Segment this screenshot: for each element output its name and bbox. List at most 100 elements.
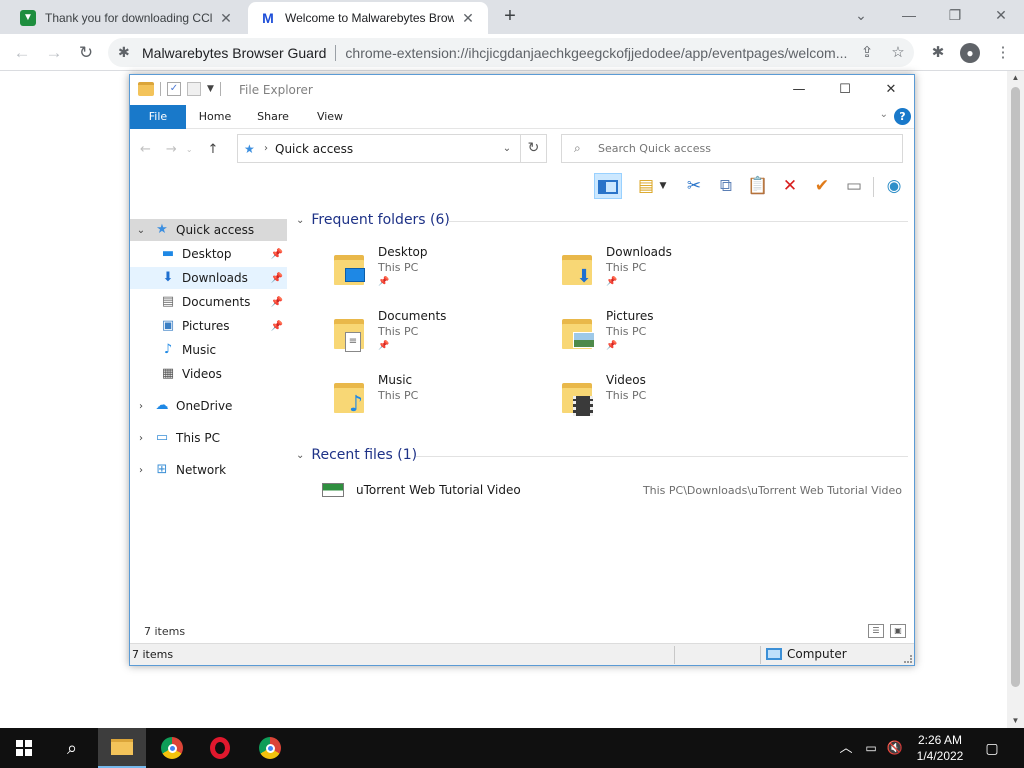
navigation-pane-icon[interactable] bbox=[594, 173, 622, 199]
minimize-button[interactable]: — bbox=[776, 75, 822, 105]
paste-icon[interactable]: 📋 bbox=[744, 173, 772, 199]
expand-chevron-icon[interactable]: › bbox=[136, 465, 146, 476]
minimize-button[interactable]: — bbox=[886, 0, 932, 30]
bookmark-star-icon[interactable]: ☆ bbox=[885, 40, 911, 66]
customize-dropdown-icon[interactable]: ▼ bbox=[207, 84, 214, 94]
nav-network[interactable]: › ⊞ Network bbox=[130, 459, 287, 481]
cut-icon[interactable]: ✂ bbox=[680, 173, 708, 199]
folder-icon bbox=[560, 317, 596, 351]
checkmark-icon[interactable]: ✔ bbox=[808, 173, 836, 199]
maximize-button[interactable]: ☐ bbox=[822, 75, 868, 105]
folder-tile-music[interactable]: ♪ Music This PC bbox=[332, 373, 552, 429]
globe-icon[interactable]: ◉ bbox=[880, 173, 908, 199]
scroll-up-arrow-icon[interactable]: ▲ bbox=[1007, 71, 1024, 85]
up-arrow-icon[interactable]: ↑ bbox=[208, 142, 219, 158]
explorer-titlebar: ✓ ▼ File Explorer — ☐ ✕ bbox=[130, 75, 914, 105]
dropdown-icon[interactable]: ▼ bbox=[656, 173, 670, 199]
address-bar[interactable]: ✱ Malwarebytes Browser Guard chrome-exte… bbox=[108, 38, 914, 67]
tab-home[interactable]: Home bbox=[188, 105, 242, 129]
browser-tab-malwarebytes[interactable]: M Welcome to Malwarebytes Brows ✕ bbox=[248, 2, 488, 34]
folder-name: Downloads bbox=[606, 245, 672, 259]
close-icon[interactable]: ✕ bbox=[218, 10, 234, 27]
breadcrumb-chevron-icon[interactable]: › bbox=[264, 143, 268, 154]
recent-locations-icon[interactable]: ⌄ bbox=[186, 142, 193, 158]
scroll-down-arrow-icon[interactable]: ▼ bbox=[1007, 714, 1024, 728]
collapse-chevron-icon[interactable]: ⌄ bbox=[296, 450, 304, 461]
tab-file[interactable]: File bbox=[130, 105, 186, 129]
folder-tile-downloads[interactable]: ⬇ Downloads This PC 📌 bbox=[560, 245, 780, 301]
scrollbar-thumb[interactable] bbox=[1011, 87, 1020, 687]
desktop-icon bbox=[345, 268, 365, 282]
profile-avatar-icon[interactable]: ● bbox=[960, 43, 980, 63]
forward-button[interactable]: → bbox=[41, 40, 67, 66]
tab-view[interactable]: View bbox=[304, 105, 356, 129]
list-item[interactable]: uTorrent Web Tutorial Video This PC\Down… bbox=[322, 479, 902, 501]
expand-ribbon-icon[interactable]: ⌄ bbox=[880, 109, 888, 120]
notifications-icon[interactable]: ▢ bbox=[980, 728, 1004, 768]
reload-button[interactable]: ↻ bbox=[73, 40, 99, 66]
copy-icon[interactable]: ⧉ bbox=[712, 173, 740, 199]
collapse-chevron-icon[interactable]: ⌄ bbox=[296, 215, 304, 226]
taskbar-file-explorer[interactable] bbox=[98, 728, 146, 768]
network-icon[interactable]: ▭ bbox=[860, 728, 882, 768]
collapse-chevron-icon[interactable]: ⌄ bbox=[136, 225, 146, 236]
expand-chevron-icon[interactable]: › bbox=[136, 433, 146, 444]
nav-desktop[interactable]: ▬ Desktop 📌 bbox=[130, 243, 287, 265]
search-input[interactable] bbox=[598, 142, 878, 155]
large-icons-view-icon[interactable]: ▣ bbox=[890, 624, 906, 638]
folder-tile-documents[interactable]: ≡ Documents This PC 📌 bbox=[332, 309, 552, 365]
folder-tile-desktop[interactable]: Desktop This PC 📌 bbox=[332, 245, 552, 301]
start-button[interactable] bbox=[0, 728, 48, 768]
divider bbox=[160, 82, 161, 96]
help-icon[interactable]: ? bbox=[894, 108, 911, 125]
tab-search-icon[interactable]: ⌄ bbox=[838, 0, 884, 30]
address-input[interactable]: ★ › Quick access ⌄ bbox=[237, 134, 547, 163]
group-header-frequent[interactable]: ⌄ Frequent folders (6) bbox=[296, 212, 450, 228]
close-button[interactable]: ✕ bbox=[868, 75, 914, 105]
nav-documents[interactable]: ▤ Documents 📌 bbox=[130, 291, 287, 313]
restore-button[interactable]: ❐ bbox=[932, 0, 978, 30]
new-tab-button[interactable]: + bbox=[498, 4, 522, 28]
tab-share[interactable]: Share bbox=[246, 105, 300, 129]
page-scrollbar[interactable]: ▲ ▼ bbox=[1007, 71, 1024, 728]
nav-onedrive[interactable]: › ☁ OneDrive bbox=[130, 395, 287, 417]
browser-tab-ccleaner[interactable]: ▼ Thank you for downloading CCle ✕ bbox=[8, 2, 246, 34]
show-hidden-icons-icon[interactable]: ︿ bbox=[836, 728, 856, 768]
nav-downloads[interactable]: ⬇ Downloads 📌 bbox=[130, 267, 287, 289]
nav-quick-access[interactable]: ⌄ ★ Quick access bbox=[130, 219, 287, 241]
search-icon[interactable]: ⌕ bbox=[48, 728, 96, 768]
back-arrow-icon[interactable]: ← bbox=[140, 142, 151, 158]
menu-kebab-icon[interactable]: ⋮ bbox=[990, 40, 1016, 66]
share-icon[interactable]: ⇪ bbox=[854, 40, 880, 66]
nav-this-pc[interactable]: › ▭ This PC bbox=[130, 427, 287, 449]
extensions-puzzle-icon[interactable]: ✱ bbox=[925, 40, 951, 66]
folder-tile-videos[interactable]: Videos This PC bbox=[560, 373, 780, 429]
address-dropdown-icon[interactable]: ⌄ bbox=[496, 143, 518, 154]
close-window-button[interactable]: ✕ bbox=[978, 0, 1024, 30]
group-header-recent[interactable]: ⌄ Recent files (1) bbox=[296, 447, 417, 463]
nav-videos[interactable]: ▦ Videos bbox=[130, 363, 287, 385]
delete-icon[interactable]: ✕ bbox=[776, 173, 804, 199]
forward-arrow-icon[interactable]: → bbox=[166, 142, 177, 158]
properties-icon[interactable]: ✓ bbox=[167, 82, 181, 96]
nav-music[interactable]: ♪ Music bbox=[130, 339, 287, 361]
nav-pictures[interactable]: ▣ Pictures 📌 bbox=[130, 315, 287, 337]
breadcrumb[interactable]: Quick access bbox=[275, 142, 496, 156]
refresh-icon[interactable]: ↻ bbox=[520, 134, 547, 163]
music-note-icon: ♪ bbox=[163, 342, 173, 357]
details-view-icon[interactable]: ☰ bbox=[868, 624, 884, 638]
back-button[interactable]: ← bbox=[9, 40, 35, 66]
clock[interactable]: 2:26 AM 1/4/2022 bbox=[912, 732, 968, 764]
close-icon[interactable]: ✕ bbox=[460, 10, 476, 27]
taskbar-opera[interactable] bbox=[196, 728, 244, 768]
taskbar-chrome[interactable] bbox=[148, 728, 196, 768]
expand-chevron-icon[interactable]: › bbox=[136, 401, 146, 412]
volume-muted-icon[interactable]: 🔇 bbox=[884, 728, 906, 768]
rename-icon[interactable]: ▭ bbox=[840, 173, 868, 199]
search-box[interactable]: ⌕ bbox=[561, 134, 903, 163]
file-name: uTorrent Web Tutorial Video bbox=[356, 483, 521, 497]
new-folder-icon[interactable] bbox=[187, 82, 201, 96]
resize-grip-icon[interactable] bbox=[904, 655, 912, 663]
taskbar-chrome-alt[interactable] bbox=[246, 728, 294, 768]
folder-tile-pictures[interactable]: Pictures This PC 📌 bbox=[560, 309, 780, 365]
